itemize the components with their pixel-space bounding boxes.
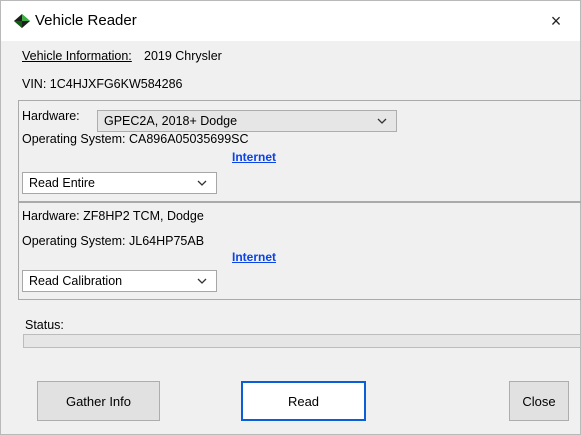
chevron-down-icon [197,278,207,284]
chevron-down-icon [197,180,207,186]
vin-text: VIN: 1C4HJXFG6KW584286 [22,77,183,91]
module2-read-mode-dropdown[interactable]: Read Calibration [22,270,217,292]
vehicle-information-value: 2019 Chrysler [144,49,222,63]
chevron-down-icon [377,118,387,124]
close-icon[interactable]: × [542,7,570,35]
read-button[interactable]: Read [241,381,366,421]
module1-hardware-label: Hardware: [22,109,80,123]
module1-hardware-value: GPEC2A, 2018+ Dodge [104,114,238,128]
module2-os-text: Operating System: JL64HP75AB [22,234,205,248]
module1-internet-link[interactable]: Internet [232,150,276,164]
vehicle-information-label: Vehicle Information: [22,49,132,63]
module1-read-mode-dropdown[interactable]: Read Entire [22,172,217,194]
module1-read-mode-value: Read Entire [29,176,96,190]
module2-read-mode-value: Read Calibration [29,274,123,288]
vehicle-reader-window: Vehicle Reader × Vehicle Information: 20… [0,0,581,435]
status-label: Status: [25,318,64,332]
gather-info-button[interactable]: Gather Info [37,381,160,421]
title-bar[interactable]: Vehicle Reader × [1,1,580,41]
status-progress-bar [23,334,581,348]
module2-internet-link[interactable]: Internet [232,250,276,264]
module1-hardware-dropdown[interactable]: GPEC2A, 2018+ Dodge [97,110,397,132]
module2-hardware-text: Hardware: ZF8HP2 TCM, Dodge [22,209,204,223]
window-title: Vehicle Reader [35,12,137,29]
diamond-app-icon [14,14,30,28]
close-button[interactable]: Close [509,381,569,421]
module1-os-text: Operating System: CA896A05035699SC [22,132,249,146]
